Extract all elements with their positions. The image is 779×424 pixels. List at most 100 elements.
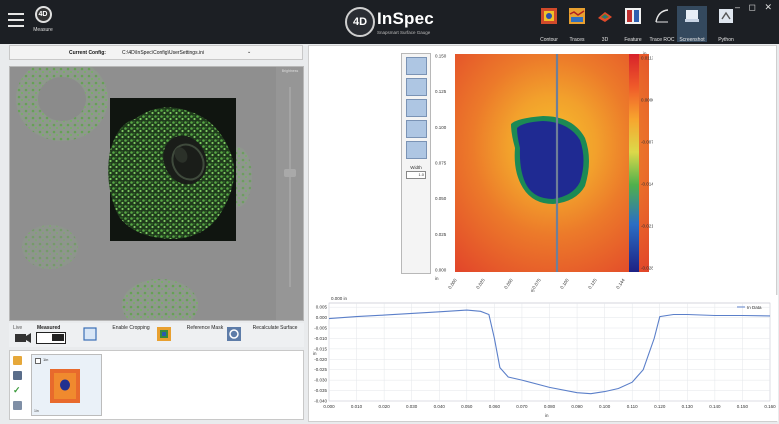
map-x-tick: 0.100 [559,277,570,289]
brightness-label: Brightness [281,69,299,73]
map-y-tick: 0.100 [435,125,447,130]
profile-chart[interactable]: 0.000 in in 0.005 0.000 -0.005 -0.010 -0.015… [309,295,778,421]
width-label: Width [410,165,422,170]
colorbar-tick: 0.0113 [641,56,653,61]
feature-button[interactable]: Feature [618,6,648,43]
thumbnail-item[interactable]: 1in 1in [31,354,102,416]
measure-button[interactable]: 4D Measure [30,6,56,42]
brand-4d-mark: 4D [345,7,375,37]
tile-view-icon[interactable] [405,57,427,75]
traces-icon [569,8,585,24]
map-y-unit: in [435,276,439,281]
y-tick-label: -0.025 [314,367,327,372]
map-x-unit: in [531,288,535,293]
chevron-down-icon[interactable]: ⌄ [247,49,251,55]
y-tick-label: -0.030 [314,378,327,383]
save-icon[interactable] [13,371,22,380]
horizontal-line-icon[interactable] [405,99,427,117]
camera-image [10,67,276,320]
profile-x-unit: in [545,413,549,418]
diagonal-line-icon[interactable] [405,120,427,138]
camera-icon[interactable] [15,333,31,343]
config-path: C:\4D\InSpec\Config\UserSettings.ini [122,50,204,56]
3d-button[interactable]: 3D [590,6,620,43]
x-tick-label: 0.160 [764,404,776,409]
python-label: Python [718,37,734,43]
map-x-ticks: 0.000 0.025 0.050 0.075 0.100 0.125 0.144 [447,277,626,289]
map-y-tick: 0.150 [435,54,447,59]
contour-icon [541,8,557,24]
measure-label: Measure [33,27,53,33]
profile-y-unit: in [313,351,317,356]
measurement-thumbnails: ✓ 1in 1in [9,350,304,420]
pen-icon[interactable] [405,141,427,159]
live-label: Live [13,325,23,331]
title-bar: 4D Measure 4D InSpec Snapsmart Surface G… [0,0,779,44]
3d-label: 3D [601,37,609,43]
brightness-slider-handle[interactable] [284,169,296,177]
reference-mask-label: Reference Mask [186,325,224,331]
x-tick-label: 0.080 [544,404,556,409]
config-label: Current Config: [69,50,106,56]
map-x-tick: 0.000 [447,277,458,289]
colorbar-tick: -0.0213 [641,224,653,229]
x-tick-label: 0.060 [489,404,501,409]
x-tick-label: 0.030 [406,404,418,409]
measured-label: Measured [37,325,61,331]
width-input[interactable]: 1.0 [406,171,426,179]
trace-roc-icon [655,9,669,23]
map-y-tick: 0.125 [435,89,447,94]
thumbnail-image [50,369,80,403]
check-icon[interactable]: ✓ [13,386,22,395]
thumbnail-toolbar: ✓ [13,356,25,416]
thumbnail-checkbox[interactable] [35,358,41,364]
x-tick-label: 0.130 [682,404,694,409]
trace-roc-button[interactable]: Trace ROC [647,6,677,43]
3d-icon [598,12,612,22]
map-x-tick: 0.144 [615,277,626,289]
x-tick-label: 0.090 [571,404,583,409]
live-measured-toggle[interactable] [36,332,66,344]
map-y-tick: 0.075 [435,161,447,166]
cropping-icon [83,327,97,341]
map-y-tick: 0.050 [435,196,447,201]
profile-top-label: 0.000 in [331,296,348,301]
inspec-app: 4D Measure 4D InSpec Snapsmart Surface G… [0,0,779,424]
x-tick-label: 0.100 [599,404,611,409]
map-x-tick: 0.050 [503,277,514,289]
grid-view-icon[interactable] [405,78,427,96]
recalculate-icon [227,327,241,341]
contour-label: Contour [540,37,558,43]
colorbar-tick: -0.0284 [641,266,653,271]
camera-controls: Live Measured Enable Cropping Reference … [9,323,304,347]
colorbar-tick: 0.0000 [641,98,653,103]
config-selector[interactable]: Current Config: C:\4D\InSpec\Config\User… [9,45,303,60]
brightness-slider-track[interactable] [289,87,291,287]
recalculate-label: Recalculate Surface [252,325,298,331]
traces-button[interactable]: Traces [562,6,592,43]
brand-tagline: Snapsmart Surface Gauge [377,30,431,35]
hamburger-menu-icon[interactable] [8,13,24,27]
brand-logo: 4D InSpec Snapsmart Surface Gauge [345,7,465,41]
delete-icon[interactable] [13,401,22,410]
thumbnail-label: 1in [43,357,49,362]
y-tick-label: -0.010 [314,336,327,341]
screenshot-label: Screenshot [679,37,705,43]
analysis-panel: Width 1.0 in 0.011 0.000 -0.00 -0.01 -0.… [308,45,778,422]
y-tick-label: -0.015 [314,346,327,351]
contour-button[interactable]: Contour [534,6,564,43]
screenshot-button[interactable]: Screenshot [677,6,707,43]
window-controls[interactable]: – ◻ ✕ [735,2,775,13]
x-tick-label: 0.010 [351,404,363,409]
camera-view[interactable]: Brightness [9,66,304,321]
map-x-tick: 0.125 [587,277,598,289]
feature-icon [625,8,641,24]
y-tick-label: -0.005 [314,326,327,331]
open-folder-icon[interactable] [13,356,22,365]
colorbar-tick: -0.0142 [641,182,653,187]
x-tick-label: 0.070 [516,404,528,409]
map-y-tick: 0.025 [435,232,447,237]
y-tick-label: 0.000 [316,315,328,320]
brand-name: InSpec [377,9,434,28]
height-map[interactable]: in 0.0113 0.0000 -0.0071 -0.0142 -0.0213 -0.0… [433,48,653,295]
